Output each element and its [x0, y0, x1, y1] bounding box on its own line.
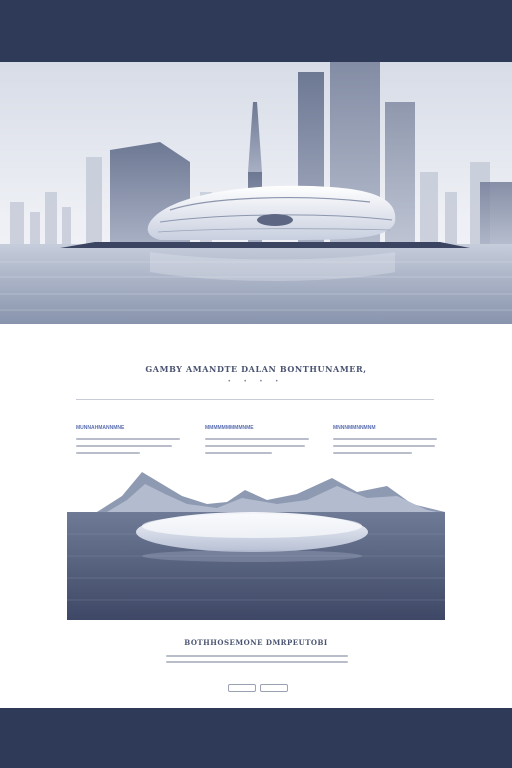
text-line [205, 445, 305, 447]
text-line [333, 445, 435, 447]
text-line [76, 445, 172, 447]
content-section: GAMBY AMANDTE DALAN BONTHUNAMER, • • • •… [0, 324, 512, 708]
decorative-dots: • • • • [228, 379, 284, 385]
page-headline: GAMBY AMANDTE DALAN BONTHUNAMER, [145, 364, 367, 374]
top-navigation-bar [0, 0, 512, 62]
text-line [205, 438, 309, 440]
column-title: MNNNMMNNMNM [333, 425, 376, 431]
text-line [333, 452, 413, 454]
section-heading: BOTHHOSEMONE DMRPEUTOBI [184, 638, 328, 647]
secondary-button[interactable] [260, 684, 288, 692]
feature-column-2: MMMMMMMMMNME [205, 425, 309, 459]
hero-image [0, 62, 512, 324]
divider [76, 399, 434, 400]
primary-button[interactable] [228, 684, 256, 692]
feature-column-3: MNNNMMNNMNM [333, 425, 437, 459]
text-line [166, 661, 348, 663]
column-title: MUNNAHMANNMNE [76, 425, 125, 431]
feature-image [67, 464, 445, 620]
text-line [205, 452, 272, 454]
text-line [333, 438, 437, 440]
text-line [76, 452, 141, 454]
footer-bar [0, 708, 512, 768]
hero-illustration [0, 62, 512, 324]
text-line [166, 655, 348, 657]
feature-column-1: MUNNAHMANNMNE [76, 425, 180, 459]
feature-illustration [67, 464, 445, 620]
column-title: MMMMMMMMMNME [205, 425, 254, 431]
section-description [166, 655, 348, 667]
text-line [76, 438, 180, 440]
